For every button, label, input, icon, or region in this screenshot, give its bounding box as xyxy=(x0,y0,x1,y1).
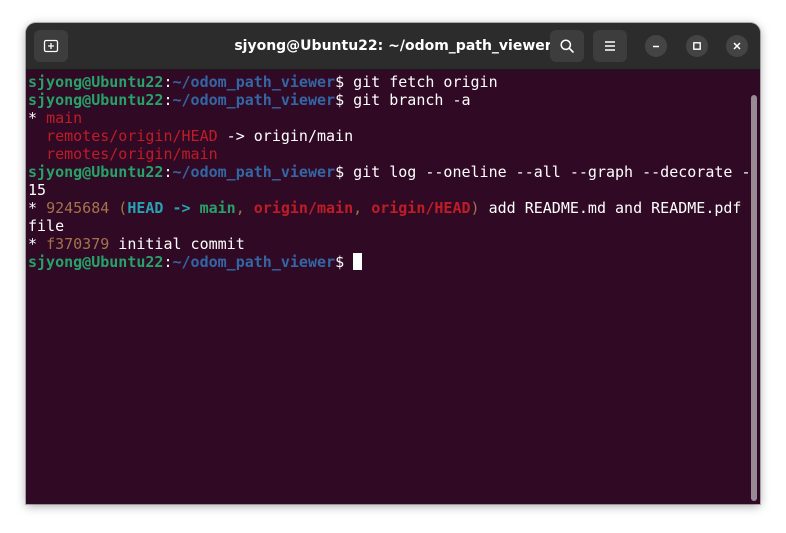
prompt-colon: : xyxy=(163,91,173,109)
remote-branch-name: remotes/origin/main xyxy=(46,145,218,163)
search-button[interactable] xyxy=(550,30,584,62)
terminal-line: remotes/origin/main xyxy=(28,145,746,163)
terminal-line: sjyong@Ubuntu22:~/odom_path_viewer$ git … xyxy=(28,91,746,109)
terminal-line: 15 xyxy=(28,181,746,199)
terminal-line: sjyong@Ubuntu22:~/odom_path_viewer$ xyxy=(28,253,746,271)
current-branch-marker: * xyxy=(28,109,47,127)
decoration-origin-main: origin/main xyxy=(253,199,354,217)
prompt-symbol: $ xyxy=(335,91,354,109)
decoration-head: HEAD -> xyxy=(127,199,200,217)
command-text: git log --oneline --all --graph --decora… xyxy=(353,163,751,181)
decoration-origin-head: origin/HEAD xyxy=(371,199,471,217)
command-text: git branch -a xyxy=(353,91,471,109)
prompt-path: ~/odom_path_viewer xyxy=(172,91,336,109)
close-icon xyxy=(733,42,741,50)
hamburger-menu-icon xyxy=(605,41,615,51)
prompt-colon: : xyxy=(163,163,173,181)
command-text: git fetch origin xyxy=(353,73,498,91)
title-bar[interactable]: sjyong@Ubuntu22: ~/odom_path_viewer xyxy=(26,23,760,70)
terminal-line: * 9245684 (HEAD -> main, origin/main, or… xyxy=(28,199,746,217)
command-text-wrap: 15 xyxy=(28,181,47,199)
decoration-open: ( xyxy=(109,199,128,217)
prompt-user-host: sjyong@Ubuntu22 xyxy=(28,163,164,181)
close-button[interactable] xyxy=(726,35,748,57)
branch-name: main xyxy=(46,109,83,127)
decoration-close: ) xyxy=(470,199,480,217)
remote-branch-target: -> origin/main xyxy=(217,127,354,145)
prompt-symbol: $ xyxy=(335,73,354,91)
decoration-main: main xyxy=(199,199,236,217)
terminal-line: sjyong@Ubuntu22:~/odom_path_viewer$ git … xyxy=(28,73,746,91)
text-cursor xyxy=(353,253,363,270)
terminal-line: file xyxy=(28,217,746,235)
maximize-icon xyxy=(693,42,701,50)
commit-hash: 9245684 xyxy=(46,199,110,217)
minimize-icon xyxy=(653,45,659,48)
decoration-separator: , xyxy=(235,199,254,217)
prompt-user-host: sjyong@Ubuntu22 xyxy=(28,73,164,91)
prompt-colon: : xyxy=(163,73,173,91)
decoration-separator: , xyxy=(353,199,372,217)
commit-message: add README.md and README.pdf xyxy=(479,199,742,217)
commit-hash: f370379 xyxy=(46,235,110,253)
scrollbar[interactable] xyxy=(751,95,757,501)
prompt-symbol: $ xyxy=(335,253,354,271)
prompt-colon: : xyxy=(163,253,173,271)
maximize-button[interactable] xyxy=(686,35,708,57)
terminal-output[interactable]: sjyong@Ubuntu22:~/odom_path_viewer$ git … xyxy=(26,70,750,504)
prompt-path: ~/odom_path_viewer xyxy=(172,73,336,91)
terminal-line: * main xyxy=(28,109,746,127)
graph-marker: * xyxy=(28,235,47,253)
window-title: sjyong@Ubuntu22: ~/odom_path_viewer xyxy=(234,38,552,54)
terminal-line: sjyong@Ubuntu22:~/odom_path_viewer$ git … xyxy=(28,163,750,181)
new-tab-button[interactable] xyxy=(34,30,68,62)
prompt-path: ~/odom_path_viewer xyxy=(172,253,336,271)
terminal-line: * f370379 initial commit xyxy=(28,235,746,253)
graph-marker: * xyxy=(28,199,47,217)
search-icon xyxy=(560,39,574,53)
new-tab-icon xyxy=(43,39,59,53)
commit-message: initial commit xyxy=(109,235,245,253)
terminal-line: remotes/origin/HEAD -> origin/main xyxy=(28,127,746,145)
prompt-path: ~/odom_path_viewer xyxy=(172,163,336,181)
minimize-button[interactable] xyxy=(645,35,667,57)
prompt-symbol: $ xyxy=(335,163,354,181)
prompt-user-host: sjyong@Ubuntu22 xyxy=(28,91,164,109)
remote-branch-name: remotes/origin/HEAD xyxy=(46,127,218,145)
menu-button[interactable] xyxy=(593,30,627,62)
terminal-window: sjyong@Ubuntu22: ~/odom_path_viewer sjyo… xyxy=(26,23,760,504)
commit-message-wrap: file xyxy=(28,217,65,235)
prompt-user-host: sjyong@Ubuntu22 xyxy=(28,253,164,271)
